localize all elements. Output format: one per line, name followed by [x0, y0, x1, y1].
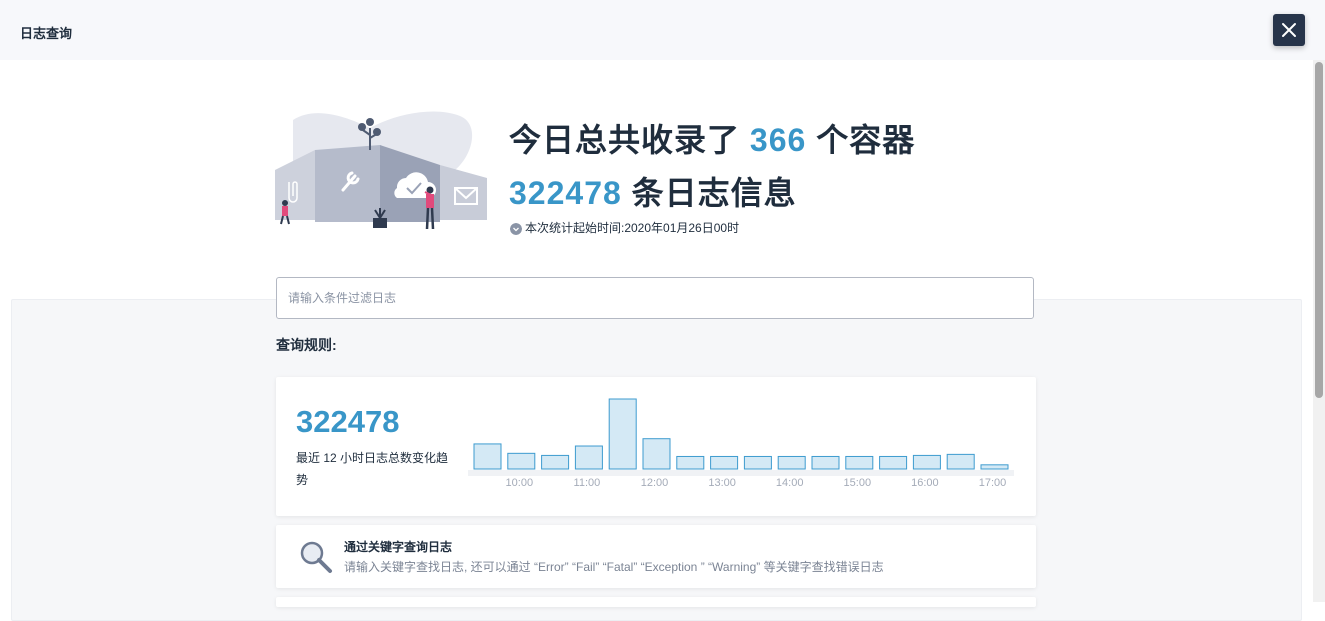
headline-suffix: 个容器: [816, 122, 916, 158]
chevron-down-circle-icon[interactable]: [510, 222, 522, 235]
chart-bar[interactable]: [574, 445, 603, 470]
chart-x-tick-label: 15:00: [844, 477, 872, 489]
chart-bar[interactable]: [608, 398, 637, 470]
chart-bar[interactable]: [507, 452, 536, 470]
chart-bar[interactable]: [811, 455, 840, 470]
chart-bar[interactable]: [777, 455, 806, 470]
keyword-rule-description: 请输入关键字查找日志, 还可以通过 “Error” “Fail” “Fatal”…: [344, 560, 884, 574]
headline-prefix: 今日总共收录了: [509, 122, 741, 158]
chart-bar[interactable]: [642, 438, 671, 470]
close-icon: [1282, 23, 1296, 37]
close-button[interactable]: [1273, 14, 1305, 46]
chart-x-tick-label: 11:00: [574, 477, 601, 489]
scrollbar-thumb[interactable]: [1315, 62, 1323, 398]
dialog-title: 日志查询: [20, 26, 73, 41]
scrollbar[interactable]: [1313, 60, 1325, 602]
chart-bar[interactable]: [912, 454, 941, 470]
keyword-rule-card: 通过关键字查询日志 请输入关键字查找日志, 还可以通过 “Error” “Fai…: [276, 525, 1036, 588]
start-time-text: 本次统计起始时间:2020年01月26日00时: [525, 221, 740, 235]
chart-bar[interactable]: [710, 455, 739, 470]
log-trend-card: 322478 最近 12 小时日志总数变化趋势 10:00 11:00 12:00 1…: [276, 377, 1036, 516]
log-filter-input[interactable]: [276, 277, 1034, 319]
statistics-start-time: 本次统计起始时间:2020年01月26日00时: [510, 219, 739, 236]
containers-illustration: [275, 111, 487, 230]
log-trend-chart: 10:00 11:00 12:00 13:00 14:00 15:00 16:00 17:00: [468, 398, 1014, 489]
chart-bar[interactable]: [879, 455, 908, 470]
chart-bar[interactable]: [743, 455, 772, 470]
chart-bar[interactable]: [473, 443, 502, 470]
next-rule-card: [276, 597, 1036, 607]
trend-description: 最近 12 小时日志总数变化趋势: [296, 451, 449, 487]
chart-bar[interactable]: [946, 453, 975, 470]
container-count-headline: 今日总共收录了 366 个容器: [509, 115, 915, 161]
chart-x-tick-label: 10:00: [506, 477, 534, 489]
total-log-count: 322478: [296, 404, 400, 439]
chart-x-tick-label: 14:00: [776, 477, 804, 489]
chart-bar[interactable]: [845, 455, 874, 470]
dialog-header: 日志查询: [0, 0, 1325, 60]
chart-x-tick-label: 16:00: [911, 477, 939, 489]
log-count-suffix: 条日志信息: [631, 175, 797, 211]
container-count: 366: [749, 122, 807, 158]
chart-x-tick-label: 12:00: [641, 477, 669, 489]
search-icon: [300, 541, 332, 573]
chart-bar[interactable]: [980, 464, 1009, 470]
log-count-headline: 322478 条日志信息: [509, 168, 797, 214]
chart-axis-band: [468, 470, 1014, 476]
keyword-rule-title: 通过关键字查询日志: [344, 540, 453, 554]
log-count: 322478: [509, 175, 622, 211]
query-rules-title: 查询规则:: [276, 337, 337, 353]
chart-x-tick-label: 13:00: [708, 477, 736, 489]
chart-bar[interactable]: [676, 455, 705, 470]
chart-x-tick-label: 17:00: [979, 477, 1007, 489]
chart-bar[interactable]: [541, 454, 570, 470]
